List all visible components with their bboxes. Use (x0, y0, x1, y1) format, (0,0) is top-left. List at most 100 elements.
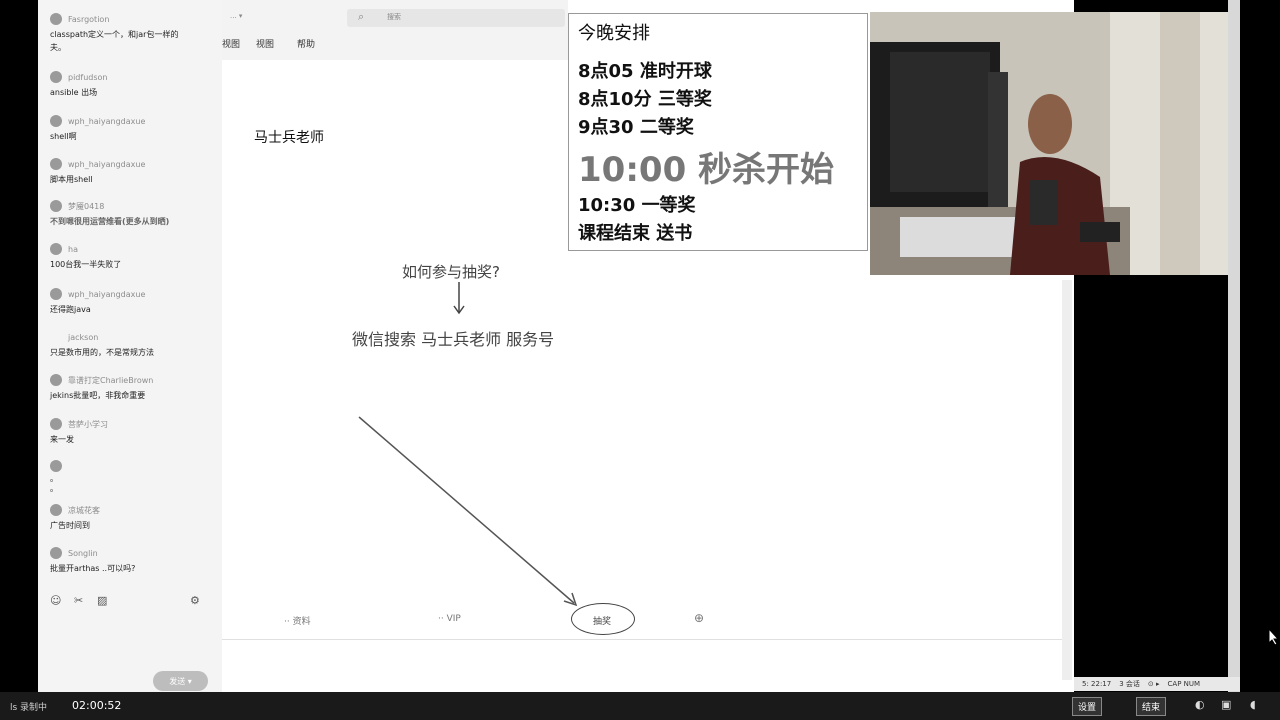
search-input[interactable] (347, 9, 565, 27)
avatar (50, 460, 62, 472)
menu-help[interactable]: 帮助 (297, 37, 315, 50)
scissors-icon[interactable]: ✂ (74, 594, 83, 607)
schedule-panel: 今晚安排 8点05 准时开球 8点10分 三等奖 9点30 二等奖 10:00 … (568, 13, 868, 251)
lottery-highlight-circle (571, 603, 635, 635)
chat-text: 100台我一半失败了 (50, 260, 122, 269)
schedule-title: 今晚安排 (578, 23, 650, 44)
chat-username: jackson (68, 332, 99, 342)
schedule-item-highlight: 10:00 秒杀开始 (578, 150, 835, 190)
chat-username: Songlin (68, 548, 98, 558)
menu-view[interactable]: 视图 (222, 37, 240, 50)
chat-text: 不到嗯很用运营维看(更多从到晒) (50, 217, 170, 226)
chat-text: shell啊 (50, 132, 77, 141)
chat-message: ha 100台我一半失败了 (50, 242, 218, 270)
schedule-item: 9点30 二等奖 (578, 117, 694, 138)
chat-message: 菩萨小学习 来一发 (50, 417, 218, 445)
avatar (50, 158, 62, 170)
image-icon[interactable]: ▨ (97, 594, 107, 607)
search-icon: ⌕ (358, 10, 365, 23)
webcam-icon[interactable]: ▣ (1221, 698, 1231, 711)
menu-view-2[interactable]: 视图 (256, 37, 274, 50)
settings-icon[interactable]: ⚙ (190, 594, 200, 607)
end-button[interactable]: 结束 (1136, 697, 1167, 716)
browser-tab[interactable]: ... ▾ (230, 12, 270, 22)
tab-materials[interactable]: ·· 资料 (284, 614, 311, 627)
status-left: 5: 22:17 (1082, 680, 1112, 688)
chat-username: wph_haiyangdaxue (68, 289, 146, 299)
chat-text: 批量开arthas ..可以吗? (50, 564, 136, 573)
chat-sidebar: Fasrgotion classpath定义一个，和jar包一样的 夫。 pid… (38, 0, 223, 692)
tab-vip-label: VIP (446, 614, 461, 624)
pause-icon[interactable]: ◐ (1195, 698, 1205, 711)
right-black-panel (1074, 275, 1228, 677)
chat-message: Fasrgotion classpath定义一个，和jar包一样的 夫。 (50, 12, 218, 53)
chat-text: 。 (50, 484, 58, 493)
right-scrollbar[interactable] (1228, 0, 1240, 692)
avatar (50, 243, 62, 255)
send-button-label: 发送 (169, 676, 186, 686)
pointer-arrow-icon (358, 416, 578, 607)
schedule-item: 10:30 一等奖 (578, 195, 696, 216)
search-placeholder: 搜索 (387, 13, 401, 21)
settings-button[interactable]: 设置 (1072, 697, 1103, 716)
avatar (50, 200, 62, 212)
chat-username: 梦魇0418 (68, 201, 105, 211)
chat-text: 夫。 (50, 43, 66, 52)
chat-message: 梦魇0418 不到嗯很用运营维看(更多从到晒) (50, 199, 218, 227)
avatar (50, 115, 62, 127)
chat-text: 来一发 (50, 435, 74, 444)
chat-text: 脚本用shell (50, 175, 93, 184)
left-edge (0, 0, 38, 692)
status-mid: 3 会话 (1119, 680, 1140, 688)
scrollbar[interactable] (1062, 280, 1072, 680)
status-icons: ⊙ ▸ (1147, 680, 1160, 688)
avatar (50, 504, 62, 516)
chat-text: 只是数市用的，不是常规方法 (50, 348, 154, 357)
chat-text: 广告时间到 (50, 521, 90, 530)
recording-timer: 02:00:52 (72, 699, 122, 712)
status-bar: 5: 22:17 3 会话 ⊙ ▸ CAP NUM (1074, 677, 1240, 691)
chat-message: pidfudson ansible 出场 (50, 70, 218, 98)
schedule-item: 8点10分 三等奖 (578, 89, 712, 110)
webcam-image (870, 12, 1240, 275)
chat-username: wph_haiyangdaxue (68, 116, 146, 126)
tab-vip[interactable]: ·· VIP (438, 614, 461, 624)
chat-message: 靠谱打定CharlieBrown jekins批量吧，非我命重要 (50, 373, 218, 401)
chat-username: ha (68, 244, 78, 254)
webcam-feed (870, 12, 1240, 275)
chat-text: classpath定义一个，和jar包一样的 (50, 30, 179, 39)
chat-username: 菩萨小学习 (68, 419, 108, 429)
chat-username: 凉城花客 (68, 505, 100, 515)
tab-materials-label: 资料 (292, 617, 311, 627)
chat-message: 。 (50, 480, 218, 494)
wechat-search-text: 微信搜索 马士兵老师 服务号 (352, 330, 555, 349)
avatar (50, 71, 62, 83)
status-caps: CAP NUM (1167, 680, 1201, 688)
chat-username: wph_haiyangdaxue (68, 159, 146, 169)
chat-username: Fasrgotion (68, 14, 110, 24)
how-join-heading: 如何参与抽奖? (402, 263, 500, 281)
recording-label: ls 录制中 (10, 703, 48, 713)
chat-message: wph_haiyangdaxue 还得跑java (50, 287, 218, 315)
divider (222, 639, 1062, 640)
down-arrow-icon (453, 282, 465, 315)
emoji-icon[interactable]: ☺ (50, 594, 61, 607)
mic-icon[interactable]: ◖ (1250, 698, 1256, 711)
chat-message: Songlin 批量开arthas ..可以吗? (50, 546, 218, 574)
avatar (50, 547, 62, 559)
chat-message: wph_haiyangdaxue shell啊 (50, 114, 218, 142)
avatar (50, 288, 62, 300)
avatar (50, 418, 62, 430)
send-button[interactable]: 发送 ▾ (153, 671, 208, 691)
chat-message: 凉城花客 广告时间到 (50, 503, 218, 531)
chat-text: 还得跑java (50, 305, 91, 314)
avatar (50, 331, 62, 343)
schedule-item: 课程结束 送书 (578, 223, 693, 244)
avatar (50, 13, 62, 25)
chat-toolbar: ☺ ✂ ▨ ⚙ (50, 594, 210, 610)
gift-icon[interactable]: ⊕ (694, 611, 704, 625)
teacher-name: 马士兵老师 (254, 130, 324, 146)
chat-text: jekins批量吧，非我命重要 (50, 391, 146, 400)
schedule-item: 8点05 准时开球 (578, 61, 712, 82)
chat-text: ansible 出场 (50, 88, 98, 97)
